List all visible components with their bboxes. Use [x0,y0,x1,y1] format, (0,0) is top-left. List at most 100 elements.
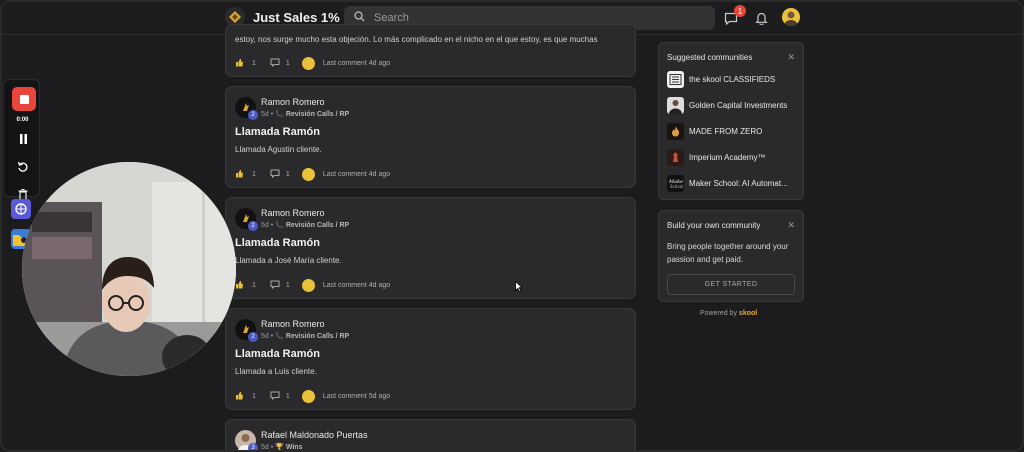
last-comment-time: Last comment 5d ago [322,393,391,400]
comment-count: 1 [285,393,290,400]
screen-recorder-toolbar: 0:00 [3,79,40,200]
post-card[interactable]: 2 Ramon Romero 5d • 📞 Revisión Calls / R… [225,308,636,410]
comment-icon[interactable] [270,169,280,180]
powered-by[interactable]: Powered by skool [700,310,757,317]
commenter-avatar [301,279,315,292]
webcam-feed-image [22,162,236,376]
pause-icon[interactable] [16,132,30,146]
last-comment-time: Last comment 4d ago [322,282,391,289]
comment-count: 1 [285,60,290,67]
post-title[interactable]: Llamada Ramón [235,348,320,360]
community-name: Imperium Academy™ [689,153,766,162]
community-name: Maker School: AI Automat... [689,179,788,188]
stop-icon [19,94,29,104]
comment-icon[interactable] [270,58,280,69]
last-comment-time: Last comment 4d ago [322,171,391,178]
community-name: Just Sales 1% [253,9,340,25]
post-category[interactable]: Revisión Calls / RP [286,111,349,118]
post-body: Llamada Agustin cliente. [235,145,322,154]
close-icon[interactable]: ✕ [787,220,795,231]
comment-count: 1 [285,171,290,178]
thumbs-up-icon[interactable] [235,391,244,402]
app-window: Just Sales 1% 1 estoy, nos surge mucho e… [0,0,1024,452]
commenter-avatar [301,57,315,70]
get-started-button[interactable]: GET STARTED [667,274,795,295]
post-time: 5d [261,444,269,451]
post-body: estoy, nos surge mucho esta objeción. Lo… [235,35,598,44]
extension-icon[interactable] [11,199,31,219]
card-title: Build your own community [667,221,761,230]
like-count: 1 [252,171,256,178]
last-comment-time: Last comment 4d ago [322,60,391,67]
commenter-avatar [301,390,315,403]
post-card[interactable]: 3 Rafael Maldonado Puertas 5d • 🏆 Wins [225,419,636,451]
community-item[interactable]: MADE FROM ZERO [667,123,762,140]
post-title[interactable]: Llamada Ramón [235,126,320,138]
post-meta: 5d • 🏆 Wins [261,444,303,451]
post-card[interactable]: estoy, nos surge mucho esta objeción. Lo… [225,24,636,77]
author-avatar[interactable]: 2 [235,319,258,342]
post-header: 2 Ramon Romero 5d • 📞 Revisión Calls / R… [235,208,349,231]
post-meta: 5d • 📞 Revisión Calls / RP [261,111,350,118]
comment-count: 1 [285,282,290,289]
post-title[interactable]: Llamada Ramón [235,237,320,249]
commenter-avatar [301,168,315,181]
post-body: Llamada a Luis cliente. [235,367,317,376]
stop-recording-button[interactable] [12,87,36,111]
level-badge: 2 [248,110,258,120]
webcam-overlay[interactable] [22,162,236,376]
notification-count-badge: 1 [734,5,746,17]
like-count: 1 [252,60,256,67]
post-header: 2 Ramon Romero 5d • 📞 Revisión Calls / R… [235,319,349,342]
community-item[interactable]: Golden Capital Investments [667,97,787,114]
build-description: Bring people together around your passio… [667,242,789,264]
comment-icon[interactable] [270,391,280,402]
post-body: Llamada a José María cliente. [235,256,342,265]
community-item[interactable]: Imperium Academy™ [667,149,765,166]
phone-icon: 📞 [275,222,284,229]
comment-icon[interactable] [270,280,280,291]
post-category[interactable]: Revisión Calls / RP [286,333,349,340]
phone-icon: 📞 [275,333,284,340]
bell-icon[interactable] [753,10,769,26]
community-item[interactable]: MakerSchool Maker School: AI Automat... [667,175,788,192]
level-badge: 2 [248,332,258,342]
thumbs-up-icon[interactable] [235,58,244,69]
post-card[interactable]: 2 Ramon Romero 5d • 📞 Revisión Calls / R… [225,197,636,299]
author-avatar[interactable]: 2 [235,208,258,231]
recording-time: 0:00 [16,117,29,123]
post-actions: 1 1 Last comment 4d ago [235,279,390,292]
post-card[interactable]: 2 Ramon Romero 5d • 📞 Revisión Calls / R… [225,86,636,188]
maker-logo-icon: MakerSchool [667,175,684,192]
suggested-communities-card: Suggested communities ✕ the skool CLASSI… [658,42,804,200]
search-input[interactable] [374,12,694,24]
like-count: 1 [252,282,256,289]
author-avatar[interactable]: 3 [235,430,258,450]
build-community-card: Build your own community ✕ Bring people … [658,210,804,302]
post-actions: 1 1 Last comment 4d ago [235,57,390,70]
author-name[interactable]: Rafael Maldonado Puertas [261,430,368,441]
community-name: MADE FROM ZERO [689,127,763,136]
author-name[interactable]: Ramon Romero [261,97,349,108]
community-name: Golden Capital Investments [689,101,788,110]
post-actions: 1 1 Last comment 4d ago [235,168,390,181]
post-time: 5d [261,111,269,118]
thumbs-up-icon[interactable] [235,280,244,291]
thumbs-up-icon[interactable] [235,169,244,180]
newspaper-icon [667,71,684,88]
post-header: 2 Ramon Romero 5d • 📞 Revisión Calls / R… [235,97,349,120]
author-avatar[interactable]: 2 [235,97,258,120]
post-category[interactable]: Wins [286,444,303,450]
warrior-icon [667,149,684,166]
post-category[interactable]: Revisión Calls / RP [286,222,349,229]
author-name[interactable]: Ramon Romero [261,319,349,330]
author-name[interactable]: Ramon Romero [261,208,349,219]
close-icon[interactable]: ✕ [787,52,795,63]
post-time: 5d [261,333,269,340]
community-item[interactable]: the skool CLASSIFIEDS [667,71,775,88]
restart-icon[interactable] [16,160,30,174]
level-badge: 2 [248,221,258,231]
card-title: Suggested communities [667,53,753,62]
user-avatar[interactable] [782,8,800,26]
powered-by-label: Powered by [700,310,737,317]
